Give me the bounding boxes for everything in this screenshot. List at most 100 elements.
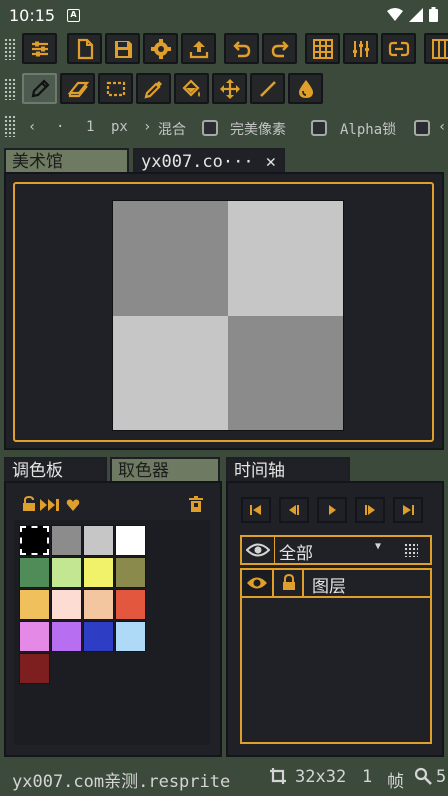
main-toolbar [0, 31, 448, 67]
redo-button[interactable] [262, 33, 297, 64]
decrease-size-icon[interactable]: ‹ [28, 119, 36, 135]
move-arrows-icon [219, 78, 240, 99]
size-dot-icon: · [56, 119, 65, 135]
frames-grid-icon[interactable] [404, 543, 418, 557]
redo-icon [271, 40, 289, 57]
tab-palette[interactable]: 调色板 [4, 457, 107, 483]
blur-tool-button[interactable] [288, 73, 323, 104]
previous-frame-button[interactable] [279, 497, 309, 523]
canvas-size[interactable]: 32x32 [295, 767, 346, 787]
palette-swatch[interactable] [19, 653, 50, 684]
resize-icon[interactable] [268, 766, 288, 786]
tab-color-picker[interactable]: 取色器 [110, 457, 220, 483]
palette-swatch[interactable] [19, 589, 50, 620]
last-frame-button[interactable] [393, 497, 423, 523]
toolbar-grip-handle[interactable] [4, 38, 16, 60]
undo-button[interactable] [224, 33, 259, 64]
zoom-icon[interactable] [414, 767, 432, 785]
palette-swatch[interactable] [83, 557, 114, 588]
grid-toggle-button[interactable] [305, 33, 340, 64]
canvas-settings-button[interactable] [143, 33, 178, 64]
pencil-tool-button[interactable] [22, 73, 57, 104]
palette-swatch[interactable] [51, 557, 82, 588]
move-tool-button[interactable] [212, 73, 247, 104]
bottom-status-bar: yx007.com亲测.resprite 32x32 1 帧 5 [0, 760, 448, 796]
alpha-lock-checkbox[interactable] [414, 120, 430, 136]
pixel-perfect-checkbox[interactable] [311, 120, 327, 136]
step-forward-icon [365, 505, 375, 515]
layer-lock-toggle[interactable] [274, 570, 304, 596]
palette-swatch[interactable] [51, 621, 82, 652]
frame-count: 1 [362, 767, 373, 787]
brush-size-value[interactable]: 1 [86, 119, 94, 135]
alpha-lock-label: Alpha锁 [340, 122, 397, 138]
more-toolbar-button[interactable] [424, 33, 448, 64]
paint-bucket-icon [181, 78, 200, 97]
tab-document[interactable]: yx007.co··· ✕ [133, 148, 285, 174]
drawing-canvas[interactable] [112, 200, 344, 431]
increase-size-icon[interactable]: › [143, 119, 151, 135]
save-button[interactable] [105, 33, 140, 64]
mirror-icon [388, 41, 409, 56]
tab-document-label: yx007.co··· [141, 152, 254, 172]
export-button[interactable] [181, 33, 216, 64]
canvas-checker-cell [228, 315, 343, 430]
eye-icon[interactable] [246, 542, 270, 558]
tab-timeline[interactable]: 时间轴 [226, 457, 350, 483]
status-time: 10:15 [9, 6, 56, 25]
symmetry-button[interactable] [381, 33, 416, 64]
tab-gallery[interactable]: 美术馆 [4, 148, 129, 174]
palette-swatch[interactable] [115, 621, 146, 652]
layers-list-area [240, 598, 432, 744]
palette-skip-icon[interactable] [40, 497, 62, 516]
play-button[interactable] [317, 497, 347, 523]
droplet-icon [298, 79, 313, 98]
palette-swatch[interactable] [115, 589, 146, 620]
first-frame-button[interactable] [241, 497, 271, 523]
canvas-checker-cell [113, 315, 228, 430]
layer-filter-select[interactable]: 全部 [279, 539, 313, 564]
sliders-icon [31, 41, 48, 56]
layer-row[interactable]: 图层 [240, 568, 432, 598]
palette-swatch[interactable] [115, 525, 146, 556]
settings-sliders-button[interactable] [22, 33, 57, 64]
brush-size-unit: px [111, 119, 128, 135]
palette-delete-icon[interactable] [188, 496, 204, 517]
palette-swatch[interactable] [115, 557, 146, 588]
select-tool-button[interactable] [98, 73, 133, 104]
new-file-button[interactable] [67, 33, 102, 64]
palette-lock-icon[interactable] [22, 495, 36, 516]
tile-grid-icon [431, 38, 448, 59]
eraser-tool-button[interactable] [60, 73, 95, 104]
palette-swatch[interactable] [83, 621, 114, 652]
palette-heart-icon[interactable] [66, 497, 80, 516]
line-tool-button[interactable] [250, 73, 285, 104]
palette-swatch-selected[interactable] [19, 525, 50, 556]
skip-forward-icon [403, 505, 414, 515]
save-icon [114, 40, 132, 58]
status-bar: 10:15 A [0, 0, 448, 30]
palette-swatch[interactable] [83, 525, 114, 556]
close-tab-icon[interactable]: ✕ [266, 150, 276, 174]
eraser-icon [67, 81, 89, 97]
gear-icon [150, 38, 171, 59]
tools-grip-handle[interactable] [4, 78, 16, 100]
options-grip-handle[interactable] [4, 115, 16, 137]
palette-swatch[interactable] [19, 557, 50, 588]
layer-name[interactable]: 图层 [312, 572, 346, 597]
blend-checkbox[interactable] [202, 120, 218, 136]
eyedropper-tool-button[interactable] [136, 73, 171, 104]
canvas-checker-cell [228, 201, 343, 316]
palette-swatch[interactable] [51, 525, 82, 556]
dropdown-arrow-icon[interactable]: ▼ [375, 541, 381, 552]
fill-tool-button[interactable] [174, 73, 209, 104]
palette-swatch[interactable] [19, 621, 50, 652]
layer-visibility-toggle[interactable] [242, 570, 274, 596]
adjustments-button[interactable] [343, 33, 378, 64]
eyedropper-icon [143, 80, 162, 99]
next-frame-button[interactable] [355, 497, 385, 523]
palette-swatch[interactable] [83, 589, 114, 620]
marquee-select-icon [106, 81, 125, 96]
palette-swatch[interactable] [51, 589, 82, 620]
layer-filter-row: 全部 ▼ [240, 535, 432, 565]
